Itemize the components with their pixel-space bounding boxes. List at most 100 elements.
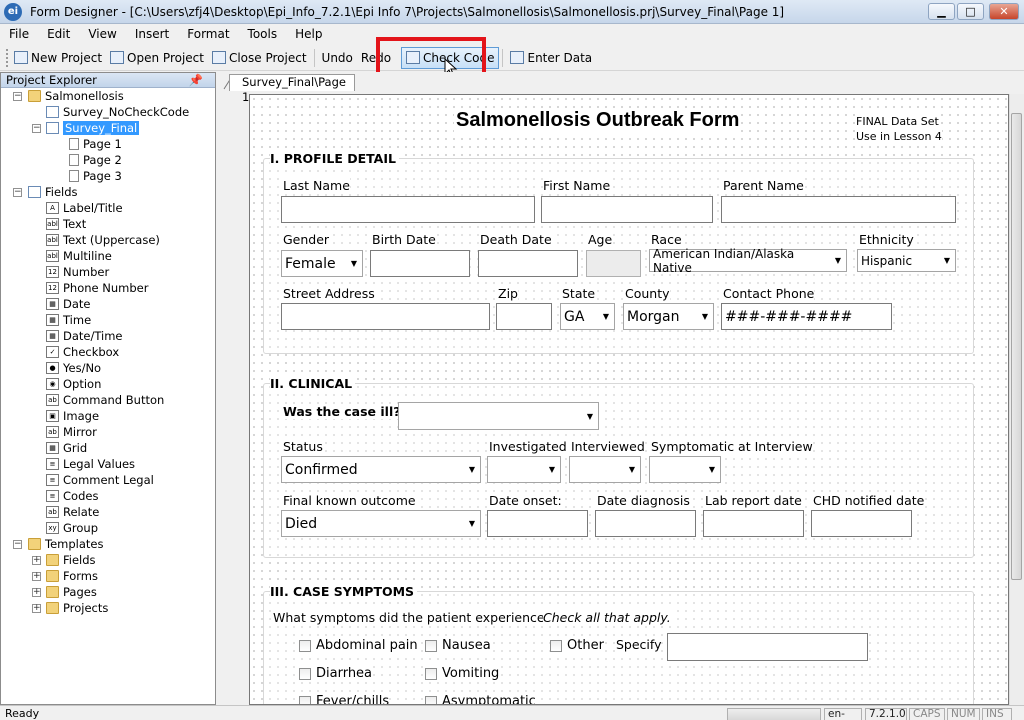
label-birth-date[interactable]: Birth Date <box>372 232 436 247</box>
form-title[interactable]: Salmonellosis Outbreak Form <box>454 109 742 132</box>
tree-template-pages[interactable]: Pages <box>46 584 97 600</box>
status-dropdown[interactable]: Confirmed ▼ <box>281 456 481 483</box>
label-check-all[interactable]: Check all that apply. <box>543 610 671 625</box>
note-use-in-lesson[interactable]: Use in Lesson 4 <box>856 129 942 144</box>
race-dropdown[interactable]: American Indian/Alaska Native ▼ <box>649 247 847 275</box>
label-death-date[interactable]: Death Date <box>480 232 552 247</box>
label-case-ill[interactable]: Was the case ill? <box>283 404 401 419</box>
birth-date-input[interactable] <box>370 250 470 277</box>
specify-input[interactable] <box>667 633 868 661</box>
undo-button[interactable]: Undo <box>318 47 357 69</box>
checkbox-nausea[interactable]: Nausea <box>425 638 491 653</box>
pin-icon[interactable]: 📌 <box>189 73 203 87</box>
checkbox-asymptomatic[interactable]: Asymptomatic <box>425 694 536 704</box>
menu-edit[interactable]: Edit <box>38 27 79 41</box>
collapse-icon[interactable]: − <box>13 188 22 197</box>
tree-field-date[interactable]: ▦ Date <box>46 296 91 312</box>
collapse-icon[interactable]: − <box>13 92 22 101</box>
label-investigated[interactable]: Investigated <box>489 439 567 454</box>
contact-phone-input[interactable]: ###-###-#### <box>721 303 892 330</box>
label-last-name[interactable]: Last Name <box>283 178 350 193</box>
label-county[interactable]: County <box>625 286 670 301</box>
tree-field-legal-values[interactable]: ≡ Legal Values <box>46 456 135 472</box>
first-name-input[interactable] <box>541 196 713 223</box>
minimize-button[interactable]: ▁ <box>928 3 955 20</box>
tree-field-text-uppercase[interactable]: abl Text (Uppercase) <box>46 232 160 248</box>
expand-icon[interactable]: + <box>32 556 41 565</box>
expand-icon[interactable]: + <box>32 572 41 581</box>
close-button[interactable]: ✕ <box>989 3 1019 20</box>
ethnicity-dropdown[interactable]: Hispanic ▼ <box>857 249 956 272</box>
tree-project-salmonellosis[interactable]: Salmonellosis <box>28 88 124 104</box>
tab-survey-final-page1[interactable]: Survey_Final\Page 1 <box>229 74 355 104</box>
tree-field-number[interactable]: 12 Number <box>46 264 109 280</box>
label-interviewed[interactable]: Interviewed <box>571 439 645 454</box>
expand-icon[interactable]: + <box>32 604 41 613</box>
open-project-button[interactable]: Open Project <box>106 47 208 69</box>
menu-help[interactable]: Help <box>286 27 331 41</box>
checkbox-other[interactable]: Other <box>550 638 604 653</box>
maximize-button[interactable]: □ <box>957 3 984 20</box>
label-gender[interactable]: Gender <box>283 232 330 247</box>
tree-field-command-button[interactable]: ab Command Button <box>46 392 164 408</box>
menu-file[interactable]: File <box>0 27 38 41</box>
zip-input[interactable] <box>496 303 552 330</box>
collapse-icon[interactable]: − <box>13 540 22 549</box>
tree-templates[interactable]: Templates <box>28 536 103 552</box>
checkbox-fever-chills[interactable]: Fever/chills <box>299 694 390 704</box>
date-onset-input[interactable] <box>487 510 588 537</box>
tree-field-relate[interactable]: ab Relate <box>46 504 99 520</box>
new-project-button[interactable]: New Project <box>10 47 106 69</box>
label-symptomatic-at-interview[interactable]: Symptomatic at Interview <box>651 439 813 454</box>
label-chd-notified-date[interactable]: CHD notified date <box>813 493 925 508</box>
label-parent-name[interactable]: Parent Name <box>723 178 804 193</box>
section-clinical[interactable]: II. CLINICAL <box>270 376 356 391</box>
tree-field-multiline[interactable]: abl Multiline <box>46 248 112 264</box>
menu-tools[interactable]: Tools <box>239 27 287 41</box>
label-final-known-outcome[interactable]: Final known outcome <box>283 493 416 508</box>
chd-notified-date-input[interactable] <box>811 510 912 537</box>
label-date-onset[interactable]: Date onset: <box>489 493 562 508</box>
label-race[interactable]: Race <box>651 232 682 247</box>
tree-page-2[interactable]: Page 2 <box>69 152 122 168</box>
tree-field-phone-number[interactable]: 12 Phone Number <box>46 280 148 296</box>
tree-field-mirror[interactable]: ab Mirror <box>46 424 97 440</box>
tree-template-forms[interactable]: Forms <box>46 568 98 584</box>
checkbox-abdominal-pain[interactable]: Abdominal pain <box>299 638 418 653</box>
age-input[interactable] <box>586 250 641 277</box>
label-contact-phone[interactable]: Contact Phone <box>723 286 815 301</box>
close-project-button[interactable]: Close Project <box>208 47 311 69</box>
label-age[interactable]: Age <box>588 232 613 247</box>
tree-page-3[interactable]: Page 3 <box>69 168 122 184</box>
tree-form-survey-nocheckcode[interactable]: Survey_NoCheckCode <box>46 104 189 120</box>
gender-dropdown[interactable]: Female ▼ <box>281 250 363 277</box>
note-final-data-set[interactable]: FINAL Data Set <box>856 114 939 129</box>
tree-field-grid[interactable]: ▦ Grid <box>46 440 87 456</box>
street-address-input[interactable] <box>281 303 490 330</box>
checkbox-vomiting[interactable]: Vomiting <box>425 666 500 681</box>
checkbox-diarrhea[interactable]: Diarrhea <box>299 666 373 681</box>
tree-field-yes-no[interactable]: ● Yes/No <box>46 360 101 376</box>
tree-field-label-title[interactable]: A Label/Title <box>46 200 123 216</box>
case-ill-dropdown[interactable]: ▼ <box>398 402 599 430</box>
label-state[interactable]: State <box>562 286 596 301</box>
vertical-scrollbar-thumb[interactable] <box>1011 113 1022 580</box>
tree-field-time[interactable]: ▦ Time <box>46 312 91 328</box>
symptomatic-dropdown[interactable]: ▼ <box>649 456 721 483</box>
menu-insert[interactable]: Insert <box>126 27 178 41</box>
tree-template-fields[interactable]: Fields <box>46 552 96 568</box>
date-diagnosis-input[interactable] <box>595 510 696 537</box>
section-profile-detail[interactable]: I. PROFILE DETAIL <box>270 151 399 166</box>
expand-icon[interactable]: + <box>32 588 41 597</box>
section-case-symptoms[interactable]: III. CASE SYMPTOMS <box>270 584 418 599</box>
tree-field-group[interactable]: xy Group <box>46 520 98 536</box>
menu-format[interactable]: Format <box>178 27 238 41</box>
form-page-canvas[interactable]: Salmonellosis Outbreak Form FINAL Data S… <box>249 94 1009 705</box>
tree-form-survey-final[interactable]: Survey_Final <box>46 120 140 136</box>
label-lab-report-date[interactable]: Lab report date <box>705 493 802 508</box>
state-dropdown[interactable]: GA ▼ <box>560 303 615 330</box>
interviewed-dropdown[interactable]: ▼ <box>569 456 641 483</box>
tree-field-date-time[interactable]: ▦ Date/Time <box>46 328 123 344</box>
tree-field-checkbox[interactable]: ✓ Checkbox <box>46 344 119 360</box>
tree-field-codes[interactable]: ≡ Codes <box>46 488 98 504</box>
